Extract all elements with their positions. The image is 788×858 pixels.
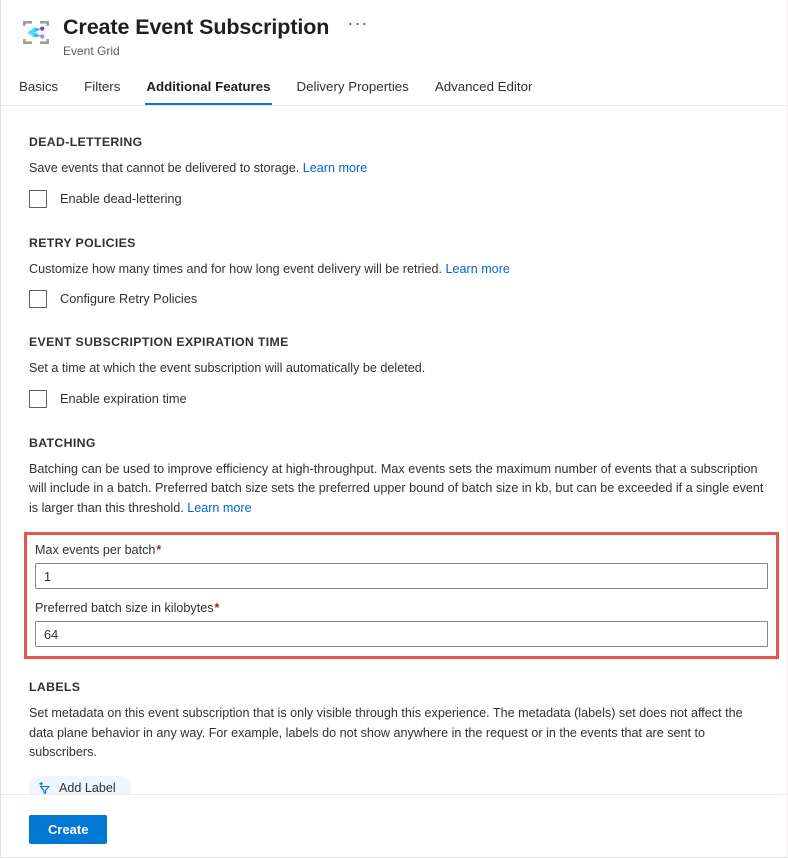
max-events-per-batch-input[interactable] (35, 563, 768, 589)
section-retry-policies: RETRY POLICIES Customize how many times … (29, 235, 769, 309)
retry-policies-desc-text: Customize how many times and for how lon… (29, 262, 442, 276)
page-subtitle: Event Grid (63, 43, 368, 59)
section-description-batching: Batching can be used to improve efficien… (29, 460, 769, 519)
learn-more-link-retry-policies[interactable]: Learn more (445, 262, 509, 276)
create-event-subscription-page: Create Event Subscription··· Event Grid … (0, 0, 788, 858)
tab-additional-features[interactable]: Additional Features (146, 78, 270, 105)
field-label-max-events: Max events per batch* (35, 542, 768, 559)
section-title-expiration-time: EVENT SUBSCRIPTION EXPIRATION TIME (29, 334, 769, 350)
title-block: Create Event Subscription ··· Event Grid (63, 13, 368, 59)
dead-lettering-desc-text: Save events that cannot be delivered to … (29, 161, 299, 175)
preferred-batch-size-input[interactable] (35, 621, 768, 647)
form-body: DEAD-LETTERING Save events that cannot b… (1, 134, 787, 801)
batching-fields-highlight: Max events per batch* Preferred batch si… (24, 532, 779, 659)
more-options-icon[interactable]: ··· (347, 16, 368, 30)
checkbox-label-enable-expiration-time: Enable expiration time (60, 390, 187, 408)
field-label-preferred-batch-size: Preferred batch size in kilobytes* (35, 600, 768, 617)
section-title-batching: BATCHING (29, 435, 769, 451)
page-header: Create Event Subscription ··· Event Grid (1, 0, 787, 59)
required-marker-preferred-batch-size: * (215, 601, 220, 615)
field-label-text-max-events: Max events per batch (35, 543, 155, 557)
checkbox-row-enable-expiration-time[interactable]: Enable expiration time (29, 390, 769, 408)
create-button[interactable]: Create (29, 815, 107, 844)
checkbox-row-enable-dead-lettering[interactable]: Enable dead-lettering (29, 190, 769, 208)
event-grid-icon (19, 16, 53, 50)
checkbox-row-configure-retry-policies[interactable]: Configure Retry Policies (29, 290, 769, 308)
section-description-retry-policies: Customize how many times and for how lon… (29, 260, 769, 280)
field-group-preferred-batch-size: Preferred batch size in kilobytes* (35, 600, 768, 647)
page-title: Create Event Subscription (63, 13, 329, 41)
learn-more-link-dead-lettering[interactable]: Learn more (303, 161, 367, 175)
learn-more-link-batching[interactable]: Learn more (187, 501, 251, 515)
section-dead-lettering: DEAD-LETTERING Save events that cannot b… (29, 134, 769, 208)
add-filter-icon (38, 781, 52, 795)
checkbox-label-configure-retry-policies: Configure Retry Policies (60, 290, 197, 308)
tab-delivery-properties[interactable]: Delivery Properties (297, 78, 409, 105)
section-title-retry-policies: RETRY POLICIES (29, 235, 769, 251)
batching-desc-text: Batching can be used to improve efficien… (29, 462, 763, 515)
section-expiration-time: EVENT SUBSCRIPTION EXPIRATION TIME Set a… (29, 334, 769, 408)
section-title-labels: LABELS (29, 679, 769, 695)
tab-filters[interactable]: Filters (84, 78, 120, 105)
tab-advanced-editor[interactable]: Advanced Editor (435, 78, 533, 105)
field-label-text-preferred-batch-size: Preferred batch size in kilobytes (35, 601, 214, 615)
section-batching: BATCHING Batching can be used to improve… (29, 435, 769, 660)
tab-basics[interactable]: Basics (19, 78, 58, 105)
section-description-expiration-time: Set a time at which the event subscripti… (29, 359, 769, 379)
tab-bar: Basics Filters Additional Features Deliv… (1, 73, 787, 106)
section-description-labels: Set metadata on this event subscription … (29, 704, 769, 763)
checkbox-label-enable-dead-lettering: Enable dead-lettering (60, 190, 182, 208)
section-labels: LABELS Set metadata on this event subscr… (29, 679, 769, 801)
checkbox-enable-expiration-time[interactable] (29, 390, 47, 408)
title-row: Create Event Subscription ··· Event Grid (1, 13, 787, 59)
section-title-dead-lettering: DEAD-LETTERING (29, 134, 769, 150)
field-group-max-events: Max events per batch* (35, 542, 768, 589)
page-footer: Create (1, 795, 787, 857)
required-marker-max-events: * (156, 543, 161, 557)
checkbox-configure-retry-policies[interactable] (29, 290, 47, 308)
section-description-dead-lettering: Save events that cannot be delivered to … (29, 159, 769, 179)
checkbox-enable-dead-lettering[interactable] (29, 190, 47, 208)
